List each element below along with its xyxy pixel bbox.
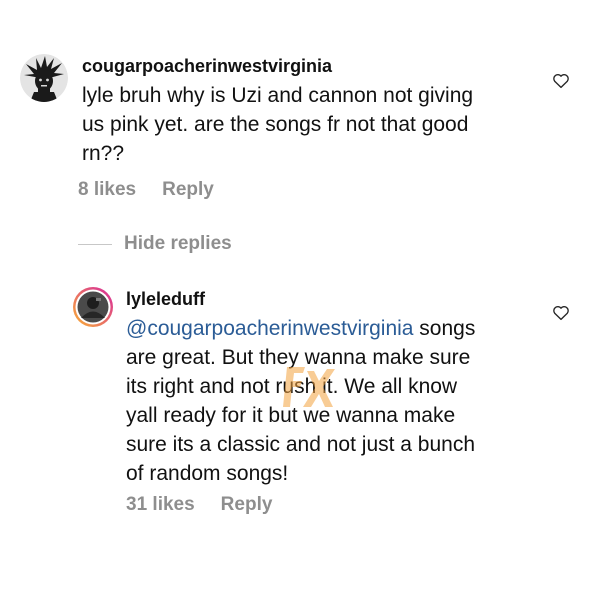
hide-replies-divider [78, 243, 112, 245]
reply-username[interactable]: lyleleduff [126, 289, 205, 310]
reply-body: @cougarpoacherinwestvirginia songs are g… [126, 314, 556, 488]
hide-replies-toggle[interactable]: Hide replies [78, 232, 232, 256]
comment-username[interactable]: cougarpoacherinwestvirginia [82, 56, 332, 77]
heart-icon[interactable] [552, 72, 570, 90]
story-ring-avatar-icon[interactable] [72, 286, 114, 328]
reply-line: are great. But they wanna make sure [126, 346, 471, 369]
reply-line: yall ready for it but we wanna make [126, 404, 456, 427]
reply-meta: 31 likes Reply [126, 494, 298, 516]
heart-icon[interactable] [552, 304, 570, 322]
reply-line: its right and not rush it. We all know [126, 375, 458, 398]
comment-meta: 8 likes Reply [78, 179, 240, 201]
reply-line: of random songs! [126, 462, 289, 485]
reply-reply-button[interactable]: Reply [221, 494, 273, 515]
comment-line: lyle bruh why is Uzi and cannon not givi… [82, 84, 474, 107]
comment-line: rn?? [82, 142, 125, 165]
fx-watermark-icon [283, 363, 335, 411]
comment-line: us pink yet. are the songs fr not that g… [82, 113, 469, 136]
mention-link[interactable]: @cougarpoacherinwestvirginia [126, 317, 413, 340]
comment-likes-count[interactable]: 8 likes [78, 179, 136, 200]
reply-line: sure its a classic and not just a bunch [126, 433, 476, 456]
comment-reply-button[interactable]: Reply [162, 179, 214, 200]
reply-line-rest: songs [413, 317, 476, 340]
reply-likes-count[interactable]: 31 likes [126, 494, 195, 515]
reply-line: @cougarpoacherinwestvirginia songs [126, 314, 556, 343]
spiky-hair-avatar-icon[interactable] [20, 54, 68, 102]
hide-replies-label[interactable]: Hide replies [124, 233, 232, 255]
comment-body: lyle bruh why is Uzi and cannon not givi… [82, 81, 552, 168]
